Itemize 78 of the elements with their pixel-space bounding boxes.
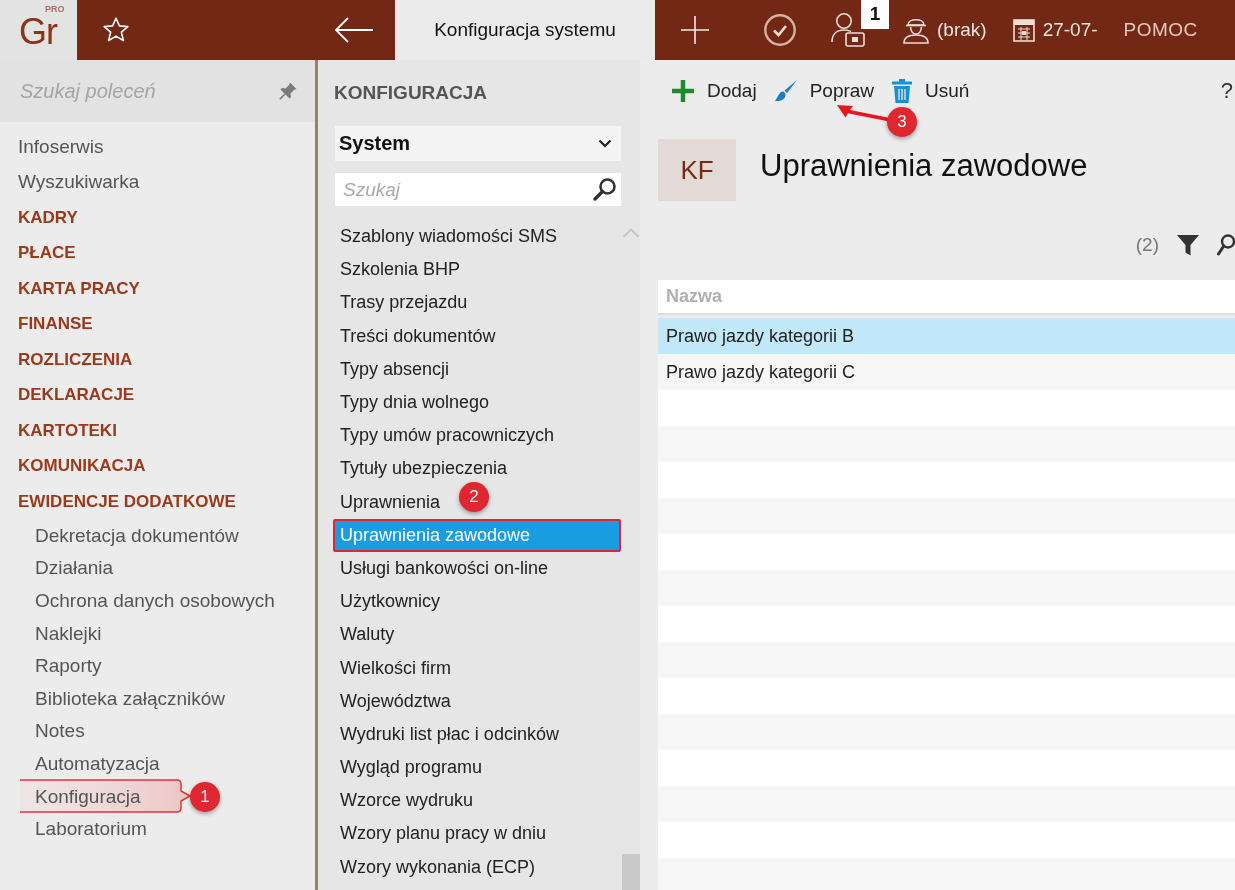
sidebar-item[interactable]: Infoserwis <box>18 135 104 158</box>
person-card-icon[interactable] <box>831 12 865 48</box>
sidebar-group[interactable]: KARTOTEKI <box>18 420 117 441</box>
toolbar-button[interactable]: Usuń <box>888 75 976 107</box>
sidebar-item[interactable]: Notes <box>35 720 85 743</box>
step-number-marker: 1 <box>190 781 220 812</box>
list-item[interactable]: Szkolenia BHP <box>333 253 467 287</box>
sidebar-group[interactable]: KOMUNIKACJA <box>18 456 146 477</box>
date-button[interactable]: 27-07- <box>1012 18 1098 42</box>
logo-text: Gr <box>19 17 57 47</box>
list-item[interactable]: Trasy przejazdu <box>333 286 474 320</box>
sidebar-item[interactable]: Naklejki <box>35 622 102 645</box>
list-item[interactable]: Wielkości firm <box>333 651 457 685</box>
panel-title: KONFIGURACJA <box>333 81 489 105</box>
plus-icon[interactable] <box>681 16 709 44</box>
chevron-down-icon <box>598 139 612 148</box>
help-button[interactable]: ? <box>1220 78 1233 104</box>
step-number-marker: 3 <box>887 107 918 137</box>
sidebar-item[interactable]: Automatyzacja <box>35 752 160 775</box>
list-item[interactable]: Wzory planu pracy w dniu <box>333 817 553 851</box>
record-count: (2) <box>1135 234 1159 256</box>
sidebar-group[interactable]: PŁACE <box>18 243 76 264</box>
toolbar-button[interactable]: Popraw <box>770 76 881 106</box>
sidebar-item[interactable]: Działania <box>35 557 114 580</box>
list-item[interactable]: Użytkownicy <box>333 585 447 619</box>
scrollbar-thumb[interactable] <box>622 854 640 890</box>
notification-count: 1 <box>861 0 889 29</box>
sidebar-group[interactable]: ROZLICZENIA <box>18 349 133 370</box>
pin-icon[interactable] <box>279 82 297 100</box>
table-cell[interactable]: Prawo jazdy kategorii C <box>658 354 1235 390</box>
sidebar-item[interactable]: Biblioteka załączników <box>35 687 226 710</box>
calendar-icon <box>1012 18 1035 42</box>
search-icon[interactable] <box>1217 234 1235 256</box>
step-number-marker: 2 <box>459 481 489 512</box>
help-button[interactable]: POMOC <box>1123 19 1198 41</box>
list-item[interactable]: Treści dokumentów <box>333 319 502 353</box>
sidebar-group[interactable]: KADRY <box>18 207 78 228</box>
list-item[interactable]: Wzorce wydruku <box>333 784 480 818</box>
list-item[interactable]: Wydruki list płac i odcinków <box>333 717 565 751</box>
plus-icon <box>672 80 694 102</box>
logo-tile[interactable]: Gr PRO <box>0 0 77 60</box>
star-icon[interactable] <box>103 17 129 43</box>
search-field[interactable]: Szukaj <box>335 173 621 206</box>
tab[interactable]: Konfiguracja systemu <box>395 0 655 60</box>
person-icon <box>903 16 929 44</box>
sidebar-item[interactable]: Ochrona danych osobowych <box>35 590 275 612</box>
list-item[interactable]: Typy absencji <box>333 352 456 386</box>
sidebar-item[interactable]: Laboratorium <box>35 818 147 841</box>
sidebar-group[interactable]: DEKLARACJE <box>18 385 135 406</box>
sidebar-group[interactable]: EWIDENCJE DODATKOWE <box>18 491 236 512</box>
category-dropdown[interactable]: System <box>335 126 621 161</box>
command-search-field[interactable]: Szukaj poleceń <box>0 60 315 122</box>
user-button[interactable]: (brak) <box>903 16 987 44</box>
brush-icon <box>774 80 797 102</box>
sidebar-item[interactable]: Raporty <box>35 655 102 678</box>
trash-icon <box>892 79 913 103</box>
check-circle-icon[interactable] <box>764 14 796 46</box>
sidebar-group[interactable]: FINANSE <box>18 314 93 335</box>
filter-icon[interactable] <box>1177 234 1199 256</box>
toolbar-button[interactable]: Dodaj <box>668 76 763 106</box>
list-item[interactable]: Szablony wiadomości SMS <box>333 220 564 254</box>
sidebar-group[interactable]: KARTA PRACY <box>18 278 140 299</box>
list-item[interactable]: Waluty <box>333 618 401 652</box>
list-item[interactable]: Uprawnienia <box>333 485 447 519</box>
module-badge: KF <box>658 139 736 201</box>
list-item[interactable]: Wzory wykonania (ECP) <box>333 850 542 884</box>
list-item[interactable]: Wygląd programu <box>333 751 488 785</box>
search-icon[interactable] <box>593 177 617 201</box>
logo-superscript: PRO <box>45 5 65 14</box>
page-title: Uprawnienia zawodowe <box>760 148 1088 185</box>
list-item[interactable]: Usługi bankowości on-line <box>333 551 555 586</box>
list-item[interactable]: Województwa <box>333 684 457 718</box>
sidebar-item[interactable]: Wyszukiwarka <box>18 171 140 194</box>
list-item[interactable]: Typy umów pracowniczych <box>333 419 561 453</box>
list-item[interactable]: Typy dnia wolnego <box>333 385 496 420</box>
sidebar-item[interactable]: Dekretacja dokumentów <box>35 524 239 547</box>
table-cell[interactable]: Prawo jazdy kategorii B <box>658 318 1235 354</box>
back-arrow-icon[interactable] <box>335 17 373 43</box>
